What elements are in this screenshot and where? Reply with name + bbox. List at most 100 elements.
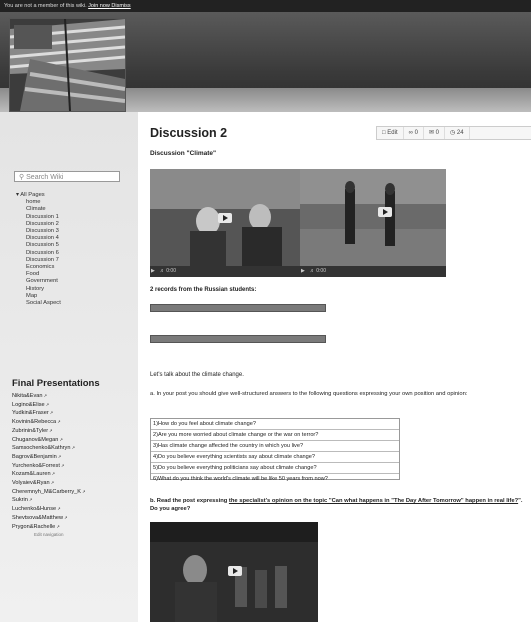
- sidebar-page-link[interactable]: Climate: [16, 206, 61, 213]
- sidebar-page-link[interactable]: Discussion 7: [16, 257, 61, 264]
- external-link-icon: ↗: [63, 514, 68, 520]
- final-presentation-link[interactable]: Logino&Elise ↗: [12, 401, 85, 410]
- sidebar-page-link[interactable]: Map: [16, 293, 61, 300]
- question-row: 3)Has climate change affected the countr…: [151, 441, 399, 452]
- all-pages-toggle[interactable]: ▾ All Pages: [16, 192, 61, 199]
- sidebar-page-link[interactable]: Social Aspect: [16, 300, 61, 307]
- final-presentation-link[interactable]: Sukrin ↗: [12, 496, 85, 505]
- final-presentation-label: Logino&Elise: [12, 401, 45, 408]
- edit-button[interactable]: □ Edit: [377, 127, 404, 139]
- play-button-icon-2[interactable]: ▶: [301, 268, 305, 274]
- sidebar-page-link[interactable]: Economics: [16, 264, 61, 271]
- clock-icon: ◷: [449, 130, 456, 136]
- records-label: 2 records from the Russian students:: [150, 287, 257, 293]
- final-presentation-link[interactable]: Volyaiev&Ryan ↗: [12, 479, 85, 488]
- questions-table: 1)How do you feel about climate change? 2…: [150, 418, 400, 482]
- external-link-icon: ↗: [27, 497, 33, 503]
- sidebar-page-link[interactable]: Discussion 1: [16, 214, 61, 221]
- question-row: 6)What do you think the world's climate …: [153, 476, 328, 482]
- external-link-icon: ↗: [70, 445, 75, 451]
- search-icon: ⚲: [19, 174, 25, 181]
- final-presentation-link[interactable]: Nikita&Evan ↗: [12, 392, 85, 401]
- play-icon[interactable]: [218, 213, 232, 223]
- specialist-opinion-link[interactable]: the specialist's opinion on the topic "C…: [229, 498, 518, 504]
- final-presentation-link[interactable]: Luchenko&Hunse ↗: [12, 505, 85, 514]
- video-thumbnail-2: [300, 169, 446, 266]
- task-b-text: b. Read the post expressing the speciali…: [150, 497, 528, 513]
- search-input[interactable]: ⚲ Search Wiki: [14, 171, 120, 182]
- final-presentation-label: Bagrov&Benjamin: [12, 453, 57, 460]
- pages-list: home Climate Discussion 1 Discussion 2 Discu…: [16, 199, 61, 307]
- external-link-icon: ↗: [58, 436, 63, 442]
- final-presentation-label: Shevtsova&Matthew: [12, 514, 63, 521]
- dismiss-link[interactable]: Dismiss: [110, 3, 130, 9]
- final-presentation-link[interactable]: Kozam&Lauren ↗: [12, 470, 85, 479]
- video-player-2[interactable]: ▶ ♬ 0:00: [300, 169, 446, 277]
- final-presentation-link[interactable]: Prygon&Rachelle ↗: [12, 523, 85, 532]
- page-title: Discussion 2: [150, 126, 228, 140]
- question-row: 4)Do you believe everything scientists s…: [151, 452, 399, 463]
- audio-player-2[interactable]: [150, 335, 326, 343]
- final-presentation-label: Luchenko&Hunse: [12, 506, 57, 513]
- page-toolbar: □ Edit ∞ 0 ✉ 0 ◷ 24: [376, 126, 531, 140]
- final-presentation-link[interactable]: Cheremnyh_M&Carberry_K ↗: [12, 488, 85, 497]
- final-presentation-link[interactable]: Yurchenko&Forrest ↗: [12, 462, 85, 471]
- edit-icon: □: [382, 130, 386, 136]
- audio-player-1[interactable]: [150, 304, 326, 312]
- final-presentation-label: Samsochenko&Kathryn: [12, 445, 71, 452]
- notice-text: You are not a member of this wiki.: [4, 3, 89, 9]
- flag-image-icon: [10, 19, 125, 111]
- final-presentation-link[interactable]: Yudkin&Fraser ↗: [12, 409, 85, 418]
- edit-navigation-link[interactable]: Edit navigation: [12, 531, 85, 539]
- sidebar-page-link[interactable]: home: [16, 199, 61, 206]
- sidebar-page-link[interactable]: Discussion 6: [16, 250, 61, 257]
- final-presentation-label: Kovinin&Rebecca: [12, 419, 57, 426]
- join-link[interactable]: Join now: [88, 3, 110, 9]
- sidebar-page-link[interactable]: Discussion 3: [16, 228, 61, 235]
- final-presentations-title: Final Presentations: [12, 378, 100, 389]
- play-icon-2[interactable]: [378, 207, 392, 217]
- external-link-icon: ↗: [50, 471, 56, 477]
- final-presentation-label: Kozam&Lauren: [12, 471, 51, 478]
- sidebar-page-link[interactable]: Discussion 2: [16, 221, 61, 228]
- final-presentation-link[interactable]: Shevtsova&Matthew ↗: [12, 514, 85, 523]
- final-presentation-label: Yudkin&Fraser: [12, 410, 49, 417]
- sidebar-page-link[interactable]: Discussion 5: [16, 242, 61, 249]
- link-count-button[interactable]: ∞ 0: [404, 127, 424, 139]
- final-list: Nikita&Evan ↗ Logino&Elise ↗ Yudkin&Fraser…: [12, 392, 85, 531]
- video-player-3[interactable]: [150, 522, 318, 622]
- video-player-1[interactable]: ▶ ♬ 0:00: [150, 169, 300, 277]
- final-presentation-label: Nikita&Evan: [12, 393, 43, 399]
- edit-label: Edit: [387, 130, 398, 136]
- external-link-icon: ↗: [59, 462, 65, 468]
- sidebar: [0, 112, 138, 622]
- final-presentation-link[interactable]: Bagrov&Benjamin ↗: [12, 453, 85, 462]
- wiki-logo[interactable]: [9, 18, 126, 112]
- sidebar-page-link[interactable]: Food: [16, 271, 61, 278]
- volume-icon-2[interactable]: ♬: [310, 268, 315, 274]
- final-presentation-label: Yurchenko&Forrest: [12, 462, 60, 469]
- video-time-2: 0:00: [316, 268, 326, 274]
- external-link-icon: ↗: [55, 523, 60, 529]
- final-presentation-link[interactable]: Chuganov&Megan ↗: [12, 436, 85, 445]
- external-link-icon: ↗: [56, 419, 61, 425]
- external-link-icon: ↗: [56, 453, 62, 459]
- comments-button[interactable]: ✉ 0: [424, 127, 445, 139]
- sidebar-page-link[interactable]: History: [16, 286, 61, 293]
- final-presentation-link[interactable]: Samsochenko&Kathryn ↗: [12, 444, 85, 453]
- play-icon-3[interactable]: [228, 566, 242, 576]
- discussion-subtitle: Discussion "Climate": [150, 150, 217, 157]
- comment-icon: ✉: [428, 130, 434, 136]
- final-presentation-label: Cheremnyh_M&Carberry_K: [12, 488, 82, 495]
- final-presentation-link[interactable]: Kovinin&Rebecca ↗: [12, 418, 85, 427]
- question-row: 2)Are you more worried about climate cha…: [151, 430, 399, 441]
- sidebar-page-link[interactable]: Discussion 4: [16, 235, 61, 242]
- final-presentation-label: Chuganov&Megan: [12, 436, 59, 443]
- final-presentation-link[interactable]: Zubrinin&Tyler ↗: [12, 427, 85, 436]
- volume-icon[interactable]: ♬: [160, 268, 165, 274]
- sidebar-page-link[interactable]: Government: [16, 278, 61, 285]
- history-button[interactable]: ◷ 24: [445, 127, 470, 139]
- link-icon: ∞: [408, 130, 413, 136]
- play-button-icon[interactable]: ▶: [151, 268, 155, 274]
- external-link-icon: ↗: [81, 488, 86, 494]
